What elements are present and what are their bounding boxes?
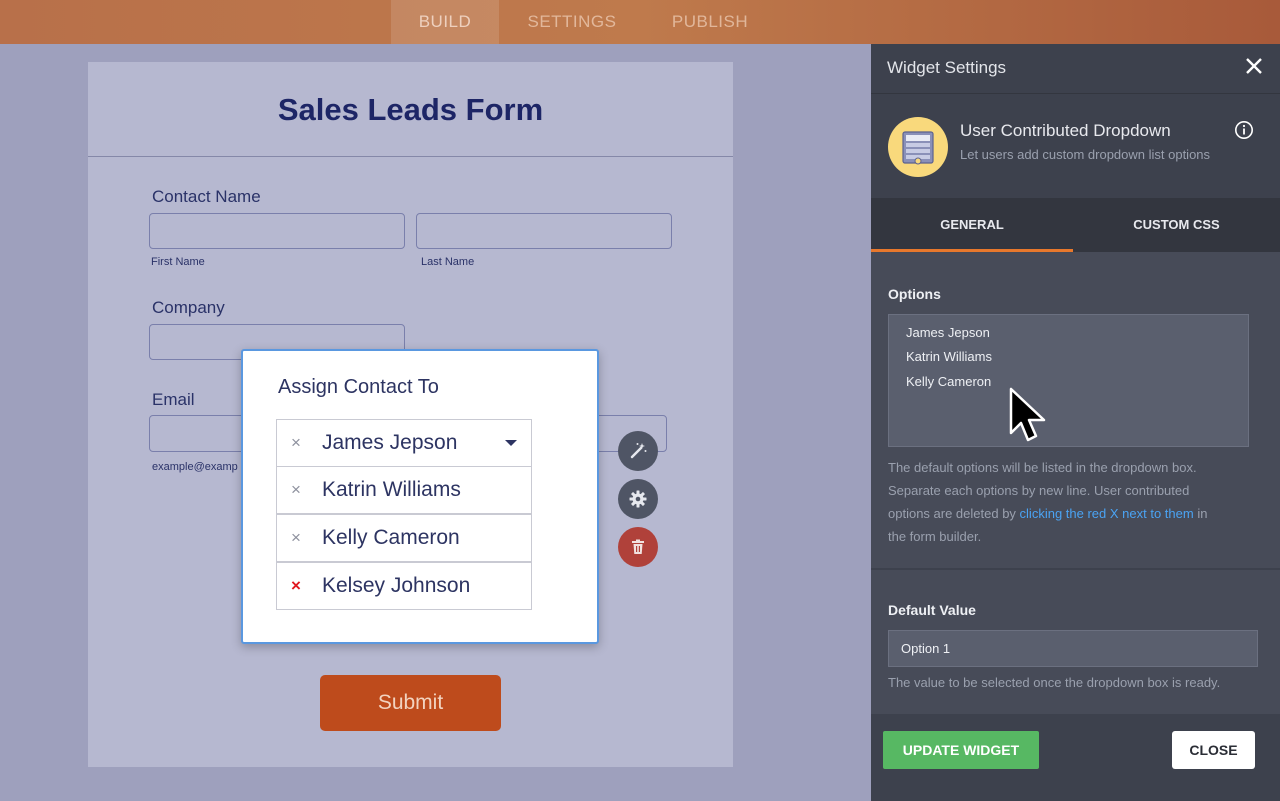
panel-header: Widget Settings bbox=[871, 44, 1280, 94]
list-item[interactable]: × Kelly Cameron bbox=[276, 514, 532, 562]
options-help-text: in bbox=[1193, 506, 1208, 521]
panel-tabs: GENERAL CUSTOM CSS bbox=[871, 198, 1280, 252]
options-line: Kelly Cameron bbox=[906, 374, 992, 389]
list-item[interactable]: × Kelsey Johnson bbox=[276, 562, 532, 610]
close-button[interactable]: CLOSE bbox=[1172, 731, 1255, 769]
option-label: James Jepson bbox=[322, 431, 458, 454]
delete-button[interactable] bbox=[618, 527, 658, 567]
last-name-sublabel: Last Name bbox=[421, 256, 475, 268]
widget-settings-panel: Widget Settings User Contributed Dropdow… bbox=[871, 44, 1280, 801]
update-widget-button[interactable]: UPDATE WIDGET bbox=[883, 731, 1039, 769]
last-name-input[interactable] bbox=[416, 213, 672, 249]
options-help: The default options will be listed in th… bbox=[888, 456, 1263, 548]
options-help-text: options are deleted by bbox=[888, 506, 1020, 521]
options-help-line: The default options will be listed in th… bbox=[888, 460, 1197, 475]
chevron-down-icon[interactable] bbox=[505, 440, 517, 446]
tab-publish[interactable]: PUBLISH bbox=[645, 0, 775, 44]
contact-name-label: Contact Name bbox=[152, 187, 261, 206]
default-value-title: Default Value bbox=[888, 602, 976, 618]
mouse-cursor-icon bbox=[1008, 387, 1054, 445]
option-label: Kelsey Johnson bbox=[322, 574, 471, 597]
red-x-help-link[interactable]: clicking the red X next to them bbox=[1020, 506, 1194, 521]
options-help-line: options are deleted by clicking the red … bbox=[888, 502, 1263, 525]
remove-icon[interactable]: × bbox=[291, 420, 301, 466]
remove-icon[interactable]: × bbox=[291, 515, 301, 561]
options-line: James Jepson bbox=[906, 325, 990, 340]
tab-custom-css[interactable]: CUSTOM CSS bbox=[1073, 198, 1280, 252]
default-value-text: Option 1 bbox=[901, 641, 951, 656]
default-value-help: The value to be selected once the dropdo… bbox=[888, 675, 1221, 690]
dropdown-widget-icon bbox=[888, 117, 948, 177]
first-name-sublabel: First Name bbox=[151, 256, 205, 268]
company-label: Company bbox=[152, 298, 225, 317]
default-value-input[interactable]: Option 1 bbox=[888, 630, 1258, 667]
magic-wand-icon bbox=[630, 443, 647, 459]
first-name-input[interactable] bbox=[149, 213, 405, 249]
option-label: Katrin Williams bbox=[322, 478, 461, 501]
panel-title: Widget Settings bbox=[887, 58, 1007, 77]
trash-icon bbox=[632, 539, 644, 554]
tab-general[interactable]: GENERAL bbox=[871, 198, 1073, 252]
tab-build[interactable]: BUILD bbox=[391, 0, 499, 44]
options-line: Katrin Williams bbox=[906, 349, 992, 364]
remove-icon[interactable]: × bbox=[291, 467, 301, 513]
gear-button[interactable] bbox=[618, 479, 658, 519]
form-title: Sales Leads Form bbox=[277, 92, 544, 127]
widget-description: Let users add custom dropdown list optio… bbox=[960, 147, 1211, 162]
widget-name: User Contributed Dropdown bbox=[960, 121, 1171, 140]
tab-settings[interactable]: SETTINGS bbox=[499, 0, 645, 44]
top-nav: BUILD SETTINGS PUBLISH bbox=[391, 0, 775, 44]
options-title: Options bbox=[888, 286, 941, 302]
popup-title: Assign Contact To bbox=[278, 376, 439, 398]
close-icon[interactable] bbox=[1244, 56, 1264, 76]
email-label: Email bbox=[152, 390, 195, 409]
options-help-line: Separate each options by new line. User … bbox=[888, 483, 1190, 498]
option-label: Kelly Cameron bbox=[322, 526, 460, 549]
panel-footer: UPDATE WIDGET CLOSE bbox=[871, 716, 1280, 801]
dropdown-selected[interactable]: × James Jepson bbox=[276, 419, 532, 467]
gear-icon bbox=[629, 490, 647, 508]
email-sublabel: example@examp bbox=[152, 461, 238, 473]
info-icon[interactable] bbox=[1234, 120, 1254, 140]
options-help-line: the form builder. bbox=[888, 529, 982, 544]
submit-button[interactable]: Submit bbox=[320, 675, 501, 731]
assign-contact-popup: Assign Contact To × James Jepson × Katri… bbox=[241, 349, 599, 644]
remove-red-icon[interactable]: × bbox=[291, 563, 301, 609]
magic-wand-button[interactable] bbox=[618, 431, 658, 471]
widget-info: User Contributed Dropdown Let users add … bbox=[871, 95, 1280, 198]
list-item[interactable]: × Katrin Williams bbox=[276, 466, 532, 514]
top-bar: BUILD SETTINGS PUBLISH bbox=[0, 0, 1280, 44]
